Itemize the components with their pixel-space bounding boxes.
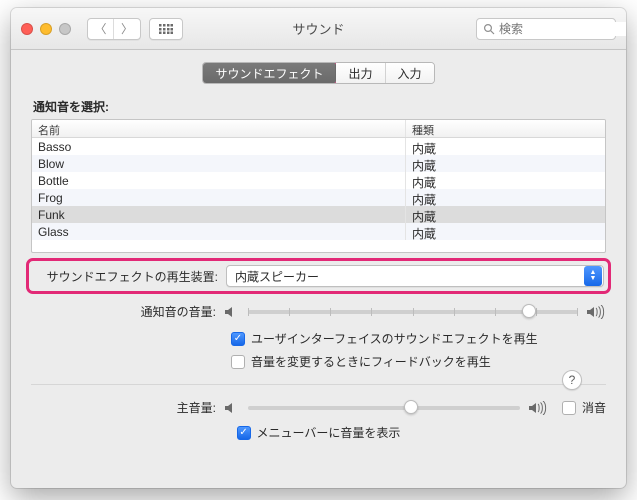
cell-name: Frog <box>32 189 405 206</box>
table-header: 名前 種類 <box>32 120 605 138</box>
search-field[interactable] <box>476 18 616 40</box>
menu-bar-volume-checkbox[interactable]: ✓ メニューバーに音量を表示 <box>237 424 401 441</box>
alert-volume-slider[interactable] <box>224 305 606 319</box>
cell-name: Bottle <box>32 172 405 189</box>
column-name[interactable]: 名前 <box>32 120 405 137</box>
search-input[interactable] <box>499 22 626 36</box>
mute-label: 消音 <box>582 399 606 416</box>
device-label: サウンドエフェクトの再生装置: <box>33 268 218 285</box>
minimize-window-button[interactable] <box>40 23 52 35</box>
segmented-control: サウンドエフェクト 出力 入力 <box>202 62 434 84</box>
select-stepper-icon: ▲▼ <box>584 266 602 286</box>
cell-kind: 内蔵 <box>405 223 605 240</box>
zoom-window-button[interactable] <box>59 23 71 35</box>
menu-bar-volume-label: メニューバーに音量を表示 <box>257 424 401 441</box>
cell-kind: 内蔵 <box>405 206 605 223</box>
speaker-high-icon <box>586 305 606 319</box>
column-kind[interactable]: 種類 <box>405 120 605 137</box>
tab-output[interactable]: 出力 <box>336 63 385 83</box>
speaker-low-icon <box>224 305 240 319</box>
checkbox-icon: ✓ <box>231 332 245 346</box>
nav-buttons: 〈 〉 <box>87 18 141 40</box>
table-row[interactable]: Frog内蔵 <box>32 189 605 206</box>
show-all-button[interactable] <box>149 18 183 40</box>
speaker-low-icon <box>224 401 240 415</box>
help-icon: ? <box>569 373 576 387</box>
alert-sound-label: 通知音を選択: <box>33 98 606 115</box>
table-row[interactable]: Blow内蔵 <box>32 155 605 172</box>
grid-icon <box>159 24 173 34</box>
search-icon <box>483 23 495 35</box>
alert-volume-knob[interactable] <box>522 304 536 318</box>
ui-sounds-checkbox[interactable]: ✓ ユーザインターフェイスのサウンドエフェクトを再生 <box>231 330 606 347</box>
alert-sound-table[interactable]: 名前 種類 Basso内蔵Blow内蔵Bottle内蔵Frog内蔵Funk内蔵G… <box>31 119 606 253</box>
tab-sound-effects[interactable]: サウンドエフェクト <box>203 63 336 83</box>
help-button[interactable]: ? <box>562 370 582 390</box>
sound-preferences-window: 〈 〉 サウンド サウンドエフェクト 出力 入力 通知音を選択: 名前 種類 <box>11 8 626 488</box>
close-window-button[interactable] <box>21 23 33 35</box>
checkbox-icon <box>562 401 576 415</box>
play-device-value: 内蔵スピーカー <box>235 268 583 285</box>
table-row[interactable]: Funk内蔵 <box>32 206 605 223</box>
table-row[interactable]: Bottle内蔵 <box>32 172 605 189</box>
content-area: サウンドエフェクト 出力 入力 通知音を選択: 名前 種類 Basso内蔵Blo… <box>11 50 626 488</box>
titlebar: 〈 〉 サウンド <box>11 8 626 50</box>
play-device-select[interactable]: 内蔵スピーカー ▲▼ <box>226 265 604 287</box>
cell-name: Glass <box>32 223 405 240</box>
volume-feedback-checkbox[interactable]: 音量を変更するときにフィードバックを再生 <box>231 353 606 370</box>
cell-kind: 内蔵 <box>405 138 605 155</box>
ui-sounds-label: ユーザインターフェイスのサウンドエフェクトを再生 <box>251 330 538 347</box>
speaker-high-icon <box>528 401 548 415</box>
cell-name: Blow <box>32 155 405 172</box>
checkbox-icon <box>231 355 245 369</box>
window-controls <box>21 23 71 35</box>
mute-checkbox[interactable]: 消音 <box>562 399 606 416</box>
cell-name: Funk <box>32 206 405 223</box>
checkbox-icon: ✓ <box>237 426 251 440</box>
chevron-left-icon: 〈 <box>94 20 106 37</box>
divider <box>31 384 606 385</box>
cell-name: Basso <box>32 138 405 155</box>
tab-bar: サウンドエフェクト 出力 入力 <box>31 62 606 84</box>
alert-volume-label: 通知音の音量: <box>31 303 216 320</box>
tab-input[interactable]: 入力 <box>386 63 434 83</box>
table-row[interactable]: Glass内蔵 <box>32 223 605 240</box>
volume-feedback-label: 音量を変更するときにフィードバックを再生 <box>251 353 491 370</box>
main-volume-track[interactable] <box>248 406 520 410</box>
cell-kind: 内蔵 <box>405 172 605 189</box>
chevron-right-icon: 〉 <box>121 20 133 37</box>
cell-kind: 内蔵 <box>405 189 605 206</box>
main-volume-label: 主音量: <box>31 399 216 416</box>
back-button[interactable]: 〈 <box>88 19 114 39</box>
table-body: Basso内蔵Blow内蔵Bottle内蔵Frog内蔵Funk内蔵Glass内蔵 <box>32 138 605 240</box>
alert-volume-track[interactable] <box>248 310 578 314</box>
main-volume-slider[interactable] <box>224 401 548 415</box>
table-row[interactable]: Basso内蔵 <box>32 138 605 155</box>
cell-kind: 内蔵 <box>405 155 605 172</box>
forward-button[interactable]: 〉 <box>114 19 140 39</box>
main-volume-knob[interactable] <box>404 400 418 414</box>
